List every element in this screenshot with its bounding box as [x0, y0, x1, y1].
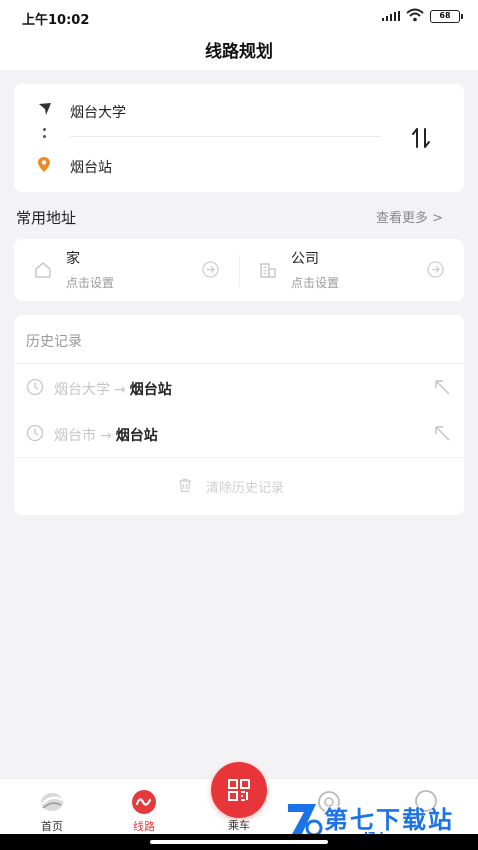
route-dots: [43, 128, 46, 142]
destination-pin-icon: [38, 157, 50, 172]
tab-route[interactable]: 线路: [104, 779, 184, 835]
history-row[interactable]: 烟台市 → 烟台站: [14, 411, 464, 457]
signal-icon: [382, 11, 400, 21]
route-divider: [70, 136, 380, 137]
home-address-item[interactable]: 家 点击设置: [14, 239, 239, 301]
history-from: 烟台市: [54, 428, 96, 444]
trash-icon: [179, 478, 191, 493]
common-addresses-card: 家 点击设置 公司 点击设置: [14, 239, 464, 301]
tab-home[interactable]: 首页: [12, 779, 92, 835]
tab-ride-label: 乘车: [228, 819, 250, 832]
clock-icon: [26, 424, 44, 442]
home-indicator[interactable]: [150, 840, 328, 844]
location-arrow-icon: [39, 103, 51, 115]
history-divider: [14, 457, 464, 458]
clear-history-button[interactable]: 清除历史记录: [14, 473, 464, 513]
history-card: 历史记录 烟台大学 → 烟台站 烟台市 → 烟台站 清除历史记录: [14, 315, 464, 515]
tab-route-label: 线路: [133, 820, 155, 833]
route-wave-icon: [132, 790, 156, 814]
page-title: 线路规划: [205, 42, 273, 62]
route-card: 烟台大学 烟台站: [14, 84, 464, 192]
history-route: 烟台大学 → 烟台站: [54, 379, 172, 399]
home-icon: [35, 262, 51, 278]
fill-route-arrow-icon[interactable]: [432, 377, 452, 397]
company-address-item[interactable]: 公司 点击设置: [239, 239, 464, 301]
home-address-hint: 点击设置: [66, 276, 115, 290]
status-time: 上午10:02: [22, 13, 90, 28]
company-address-hint: 点击设置: [291, 276, 340, 290]
origin-input[interactable]: 烟台大学: [70, 102, 126, 122]
nav-header: 线路规划: [0, 32, 478, 70]
view-more-link[interactable]: 查看更多 >: [376, 207, 443, 226]
tab-home-label: 首页: [41, 820, 63, 833]
clear-history-label: 清除历史记录: [206, 481, 285, 496]
arrow-circle-icon: [202, 261, 219, 278]
history-to: 烟台站: [129, 382, 172, 398]
wifi-icon: [406, 8, 424, 22]
clock-icon: [26, 378, 44, 396]
common-addresses-title: 常用地址: [16, 209, 77, 227]
company-address-name: 公司: [291, 251, 319, 267]
history-title: 历史记录: [26, 334, 82, 350]
history-route: 烟台市 → 烟台站: [54, 425, 158, 445]
building-icon: [260, 263, 276, 278]
arrow-circle-icon: [427, 261, 444, 278]
home-indicator-bar: [0, 834, 478, 850]
history-arrow: →: [100, 428, 112, 444]
home-logo-icon: [41, 793, 63, 811]
swap-route-icon[interactable]: [409, 126, 433, 150]
battery-icon: 68: [430, 10, 463, 23]
status-bar: 上午10:02 68: [0, 0, 478, 32]
ride-qr-button[interactable]: [211, 762, 267, 818]
fill-route-arrow-icon[interactable]: [432, 423, 452, 443]
history-to: 烟台站: [115, 428, 158, 444]
history-from: 烟台大学: [54, 382, 110, 398]
history-arrow: →: [114, 382, 126, 398]
history-row[interactable]: 烟台大学 → 烟台站: [14, 365, 464, 411]
destination-input[interactable]: 烟台站: [70, 157, 112, 177]
history-divider: [14, 363, 464, 364]
qr-code-icon: [228, 779, 250, 801]
home-address-name: 家: [66, 251, 80, 267]
